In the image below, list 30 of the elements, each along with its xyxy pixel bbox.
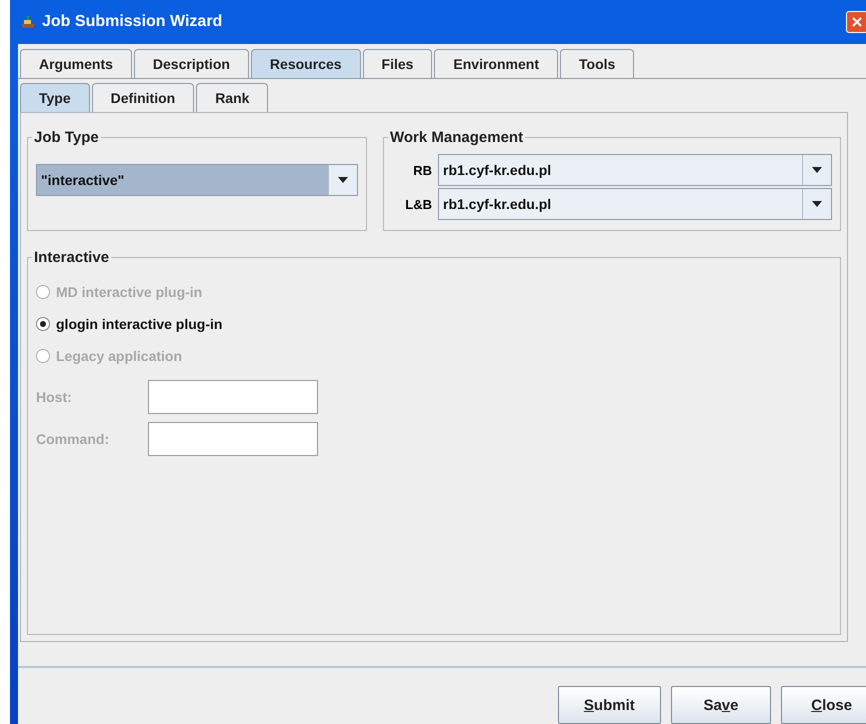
tab[interactable]: Rank bbox=[196, 83, 268, 112]
tab[interactable]: Definition bbox=[92, 83, 194, 112]
dialog-button[interactable]: Close bbox=[781, 686, 866, 724]
tab[interactable]: Resources bbox=[250, 49, 361, 78]
radio-option[interactable]: glogin interactive plug-in bbox=[36, 308, 832, 340]
close-button[interactable] bbox=[846, 11, 866, 33]
server-dropdown[interactable]: rb1.cyf-kr.edu.pl bbox=[438, 154, 832, 186]
group-title: Job Type bbox=[33, 129, 100, 146]
field-label: Command: bbox=[36, 431, 110, 447]
field-label: Host: bbox=[36, 389, 73, 405]
dialog-button[interactable]: Save bbox=[670, 686, 772, 724]
field-label: RB bbox=[412, 162, 432, 178]
field-label: L&B bbox=[404, 196, 432, 212]
job-type-dropdown[interactable]: "interactive" bbox=[36, 164, 358, 196]
tab[interactable]: Files bbox=[362, 49, 432, 78]
dialog-button[interactable]: Submit bbox=[558, 686, 661, 724]
caret-icon bbox=[338, 177, 348, 183]
close-icon bbox=[852, 17, 862, 27]
server-dropdown[interactable]: rb1.cyf-kr.edu.pl bbox=[438, 188, 832, 220]
tab[interactable]: Tools bbox=[560, 49, 634, 78]
tab[interactable]: Arguments bbox=[20, 49, 132, 78]
window-title: Job Submission Wizard bbox=[42, 13, 222, 31]
caret-icon bbox=[812, 167, 822, 173]
group-title: Work Management bbox=[389, 129, 524, 146]
group-title: Interactive bbox=[33, 249, 110, 266]
tab[interactable]: Environment bbox=[434, 49, 558, 78]
tab[interactable]: Type bbox=[20, 83, 90, 112]
ship-icon bbox=[20, 15, 36, 29]
caret-icon bbox=[812, 201, 822, 207]
tab[interactable]: Description bbox=[134, 49, 249, 78]
